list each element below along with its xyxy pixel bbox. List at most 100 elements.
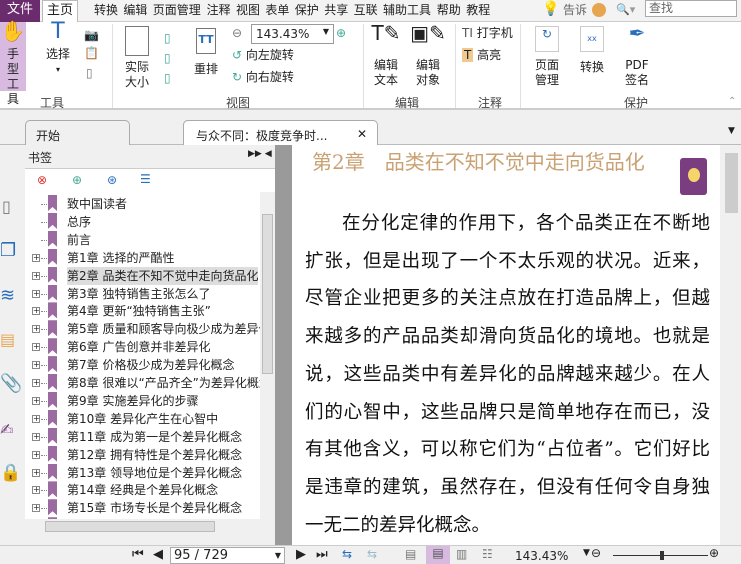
expand-icon[interactable]: + [32,307,40,316]
expand-icon[interactable]: + [32,325,40,334]
tab-list-icon[interactable]: ▼ [728,126,735,136]
menu-item[interactable]: 页面管理 [153,2,201,20]
menu-item[interactable]: 编辑 [123,2,147,20]
bookmark-item[interactable]: + 第9章 实施差异化的步骤 [25,391,260,410]
delete-bookmark-icon[interactable]: ⊗ [37,173,47,187]
zoom-out-status-icon[interactable]: ⊖ [591,546,601,560]
single-page-icon[interactable]: ▤ [405,547,416,561]
close-tab-icon[interactable]: ✕ [357,127,367,141]
collapse-ribbon-icon[interactable]: ⌃ [728,96,736,107]
expand-icon[interactable]: + [32,361,40,370]
tab-start[interactable]: 开始 [25,120,130,145]
continuous-facing-icon[interactable]: ☷ [482,547,493,561]
expand-panel-icon[interactable]: ▶▶ ◀ [248,149,272,159]
menu-item[interactable]: 表单 [265,2,289,20]
zoom-level[interactable]: 143.43% [515,549,568,563]
attachment-icon[interactable]: 📎 [0,373,22,394]
last-page-icon[interactable]: ⏭ [316,547,328,562]
expand-icon[interactable]: + [32,253,40,262]
bookmark-page-icon[interactable]: ▯ [86,66,93,81]
facing-page-icon[interactable]: ▥ [456,547,467,561]
document-vertical-scrollbar[interactable] [722,145,741,545]
zoom-out-icon[interactable]: ⊖ [232,26,242,41]
expand-icon[interactable]: + [32,504,40,513]
continuous-page-icon[interactable]: ▤ [426,546,450,564]
bookmark-panel-icon[interactable]: ▯ [2,197,11,216]
bookmark-horizontal-scrollbar[interactable] [25,519,275,535]
pdf-sign-button[interactable]: ✒ PDF签名 [620,23,654,88]
bookmark-vertical-scrollbar[interactable] [260,192,275,519]
tell-me[interactable]: 告诉 [563,2,587,20]
bookmark-item[interactable]: + 第1章 选择的严酷性 [25,248,260,267]
menu-item[interactable]: 帮助 [437,2,461,20]
zoom-dropdown-icon[interactable]: ▼ [583,548,590,558]
tab-document[interactable]: 与众不同：极度竞争时... ✕ [183,120,378,146]
menu-item[interactable]: 转换 [94,2,118,20]
bookmark-item[interactable]: + 第6章 广告创意并非差异化 [25,338,260,356]
bookmark-item[interactable]: 总序 [25,212,260,231]
next-view-icon[interactable]: ⇆ [367,547,377,561]
pages-icon[interactable]: ❐ [0,240,16,261]
highlight-button[interactable]: T 高亮 [462,48,501,63]
bookmark-item[interactable]: + 第13章 领导地位是个差异化概念 [25,463,260,482]
heart-icon[interactable] [592,3,606,17]
convert-button[interactable]: xx 转换 [576,26,608,75]
bookmark-item[interactable]: 致中国读者 [25,195,260,213]
bookmark-item[interactable]: + 第15章 市场专长是个差异化概念 [25,499,260,517]
expand-icon[interactable]: + [32,450,40,459]
previous-view-icon[interactable]: ⇆ [342,547,352,561]
zoom-slider-thumb[interactable] [660,551,664,560]
typewriter-button[interactable]: TI 打字机 [462,26,513,41]
menu-item[interactable]: 注释 [207,2,231,20]
fit-icons[interactable]: ▯ ▯ ▯ [164,28,171,88]
menu-item[interactable]: 共享 [324,2,348,20]
edit-object-button[interactable]: ▣✎ 编辑对象 [408,23,448,88]
reflow-button[interactable]: TT 重排 [188,28,224,77]
bookmark-item[interactable]: + 第11章 成为第一是个差异化概念 [25,427,260,446]
bookmark-item[interactable]: + 第8章 很难以“产品齐全”为差异化概念 [25,374,260,392]
expand-icon[interactable]: + [32,468,40,477]
add-bookmark-icon[interactable]: ⊕ [72,173,82,187]
next-page-icon[interactable]: ▶ [296,547,306,562]
expand-icon[interactable]: + [32,432,40,441]
comments-icon[interactable]: ▤ [0,330,15,349]
menu-item[interactable]: 教程 [466,2,490,20]
expand-icon[interactable]: + [32,289,40,298]
bookmark-item[interactable]: + 第3章 独特销售主张怎么了 [25,284,260,303]
previous-page-icon[interactable]: ◀ [153,547,163,562]
bookmark-options-icon[interactable]: ☰ [140,172,151,186]
zoom-in-status-icon[interactable]: ⊕ [709,546,719,560]
expand-icon[interactable]: + [32,379,40,387]
bookmark-item[interactable]: + 第7章 价格极少成为差异化概念 [25,356,260,374]
search-input[interactable]: 查找 [645,0,737,17]
menu-item[interactable]: 视图 [236,2,260,20]
zoom-slider[interactable] [613,551,708,560]
select-button[interactable]: T 选择 ▾ [44,21,72,77]
lightbulb-icon[interactable]: 💡 [542,1,559,17]
layers-icon[interactable]: ≋ [0,285,15,306]
clipboard-icon[interactable]: 📋 [84,46,99,61]
rotate-left-button[interactable]: ↺ 向左旋转 [232,48,294,63]
menu-item[interactable]: 互联 [354,2,378,20]
page-manage-button[interactable]: ↻ 页面管理 [530,26,564,88]
bookmark-item[interactable]: + 第14章 经典是个差异化概念 [25,481,260,499]
expand-icon[interactable]: + [32,343,40,352]
bookmark-item[interactable]: + 第4章 更新“独特销售主张” [25,302,260,320]
tip-lightbulb-icon[interactable] [680,158,707,195]
expand-icon[interactable]: + [32,486,40,495]
zoom-select[interactable]: 143.43% ▼ [251,24,334,44]
expand-icon[interactable]: + [32,414,40,423]
signature-icon[interactable]: ✍ [0,420,13,439]
zoom-in-icon[interactable]: ⊕ [336,26,346,41]
expand-icon[interactable]: + [32,271,40,280]
lock-icon[interactable]: 🔒 [0,463,21,483]
bookmark-item[interactable]: 前言 [25,230,260,249]
page-number-input[interactable]: 95 / 729 ▼ [170,547,285,564]
bookmark-item[interactable]: + 第12章 拥有特性是个差异化概念 [25,445,260,464]
hand-tool-button[interactable]: ✋ 手型工具 [0,21,26,106]
actual-size-button[interactable]: 实际大小 [120,26,154,90]
first-page-icon[interactable]: ⏮ [132,547,144,562]
rotate-right-button[interactable]: ↻ 向右旋转 [232,70,294,85]
bookmark-item[interactable]: + 第10章 差异化产生在心智中 [25,409,260,428]
snapshot-icon[interactable]: 📷 [84,28,99,43]
